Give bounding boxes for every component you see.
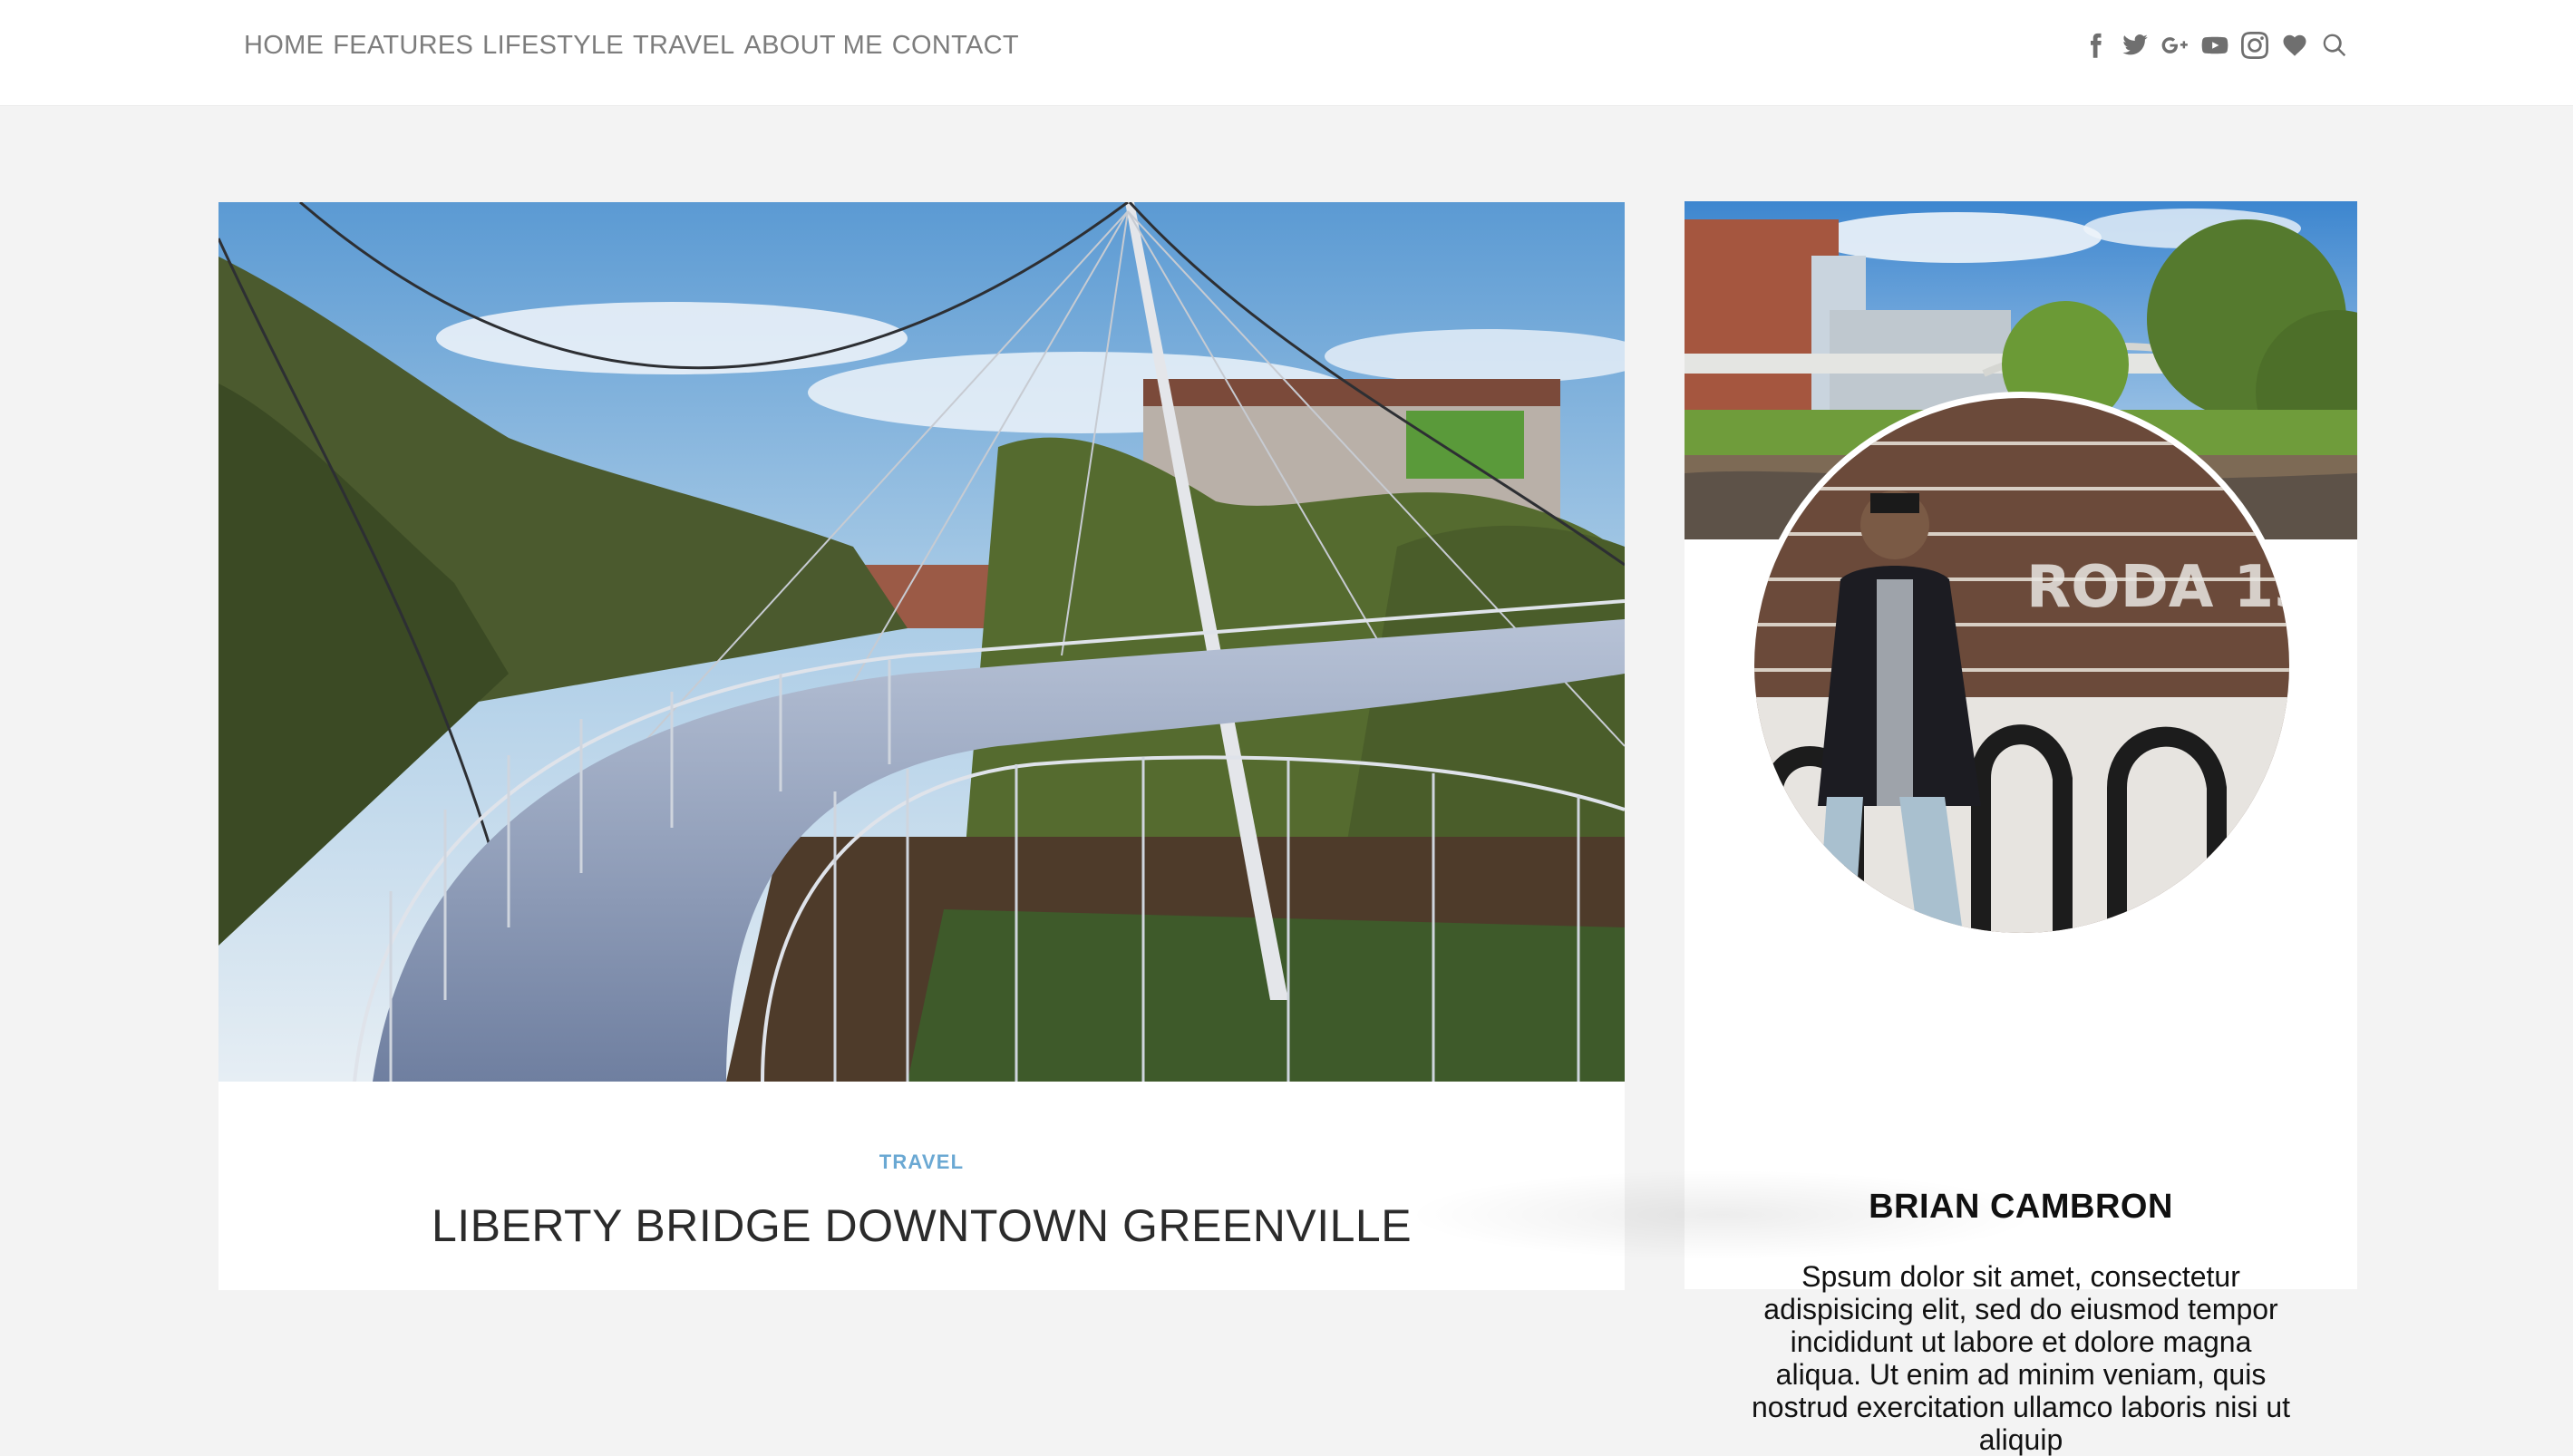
about-me-widget: RODA 13 BRIAN CAMBRON Spsum dolor sit am… <box>1685 201 2357 1456</box>
featured-post-card: TRAVEL LIBERTY BRIDGE DOWNTOWN GREENVILL… <box>218 202 1625 1290</box>
nav-travel[interactable]: TRAVEL <box>633 25 734 65</box>
nav-home[interactable]: HOME <box>244 25 324 65</box>
youtube-icon[interactable] <box>2199 30 2230 61</box>
author-photo: RODA 13 <box>1754 398 2289 933</box>
search-icon[interactable] <box>2319 30 2350 61</box>
heart-icon[interactable] <box>2279 30 2310 61</box>
author-avatar[interactable]: RODA 13 <box>1748 392 2296 939</box>
post-hero-image[interactable] <box>218 202 1625 1082</box>
twitter-icon[interactable] <box>2120 30 2151 61</box>
author-name: BRIAN CAMBRON <box>1869 1188 2173 1226</box>
author-bio: Spsum dolor sit amet, consectetur adispi… <box>1751 1260 2291 1456</box>
nav-features[interactable]: FEATURES <box>333 25 473 65</box>
facebook-icon[interactable] <box>2080 30 2111 61</box>
liberty-bridge-photo <box>218 202 1625 1082</box>
main-nav: HOME FEATURES LIFESTYLE TRAVEL ABOUT ME … <box>244 25 1028 65</box>
post-category[interactable]: TRAVEL <box>218 1150 1625 1174</box>
post-title[interactable]: LIBERTY BRIDGE DOWNTOWN GREENVILLE <box>218 1199 1625 1252</box>
nav-contact[interactable]: CONTACT <box>892 25 1019 65</box>
instagram-icon[interactable] <box>2239 30 2270 61</box>
nav-about-me[interactable]: ABOUT ME <box>743 25 882 65</box>
top-navbar: HOME FEATURES LIFESTYLE TRAVEL ABOUT ME … <box>0 0 2573 106</box>
google-plus-icon[interactable] <box>2160 30 2190 61</box>
social-links <box>2080 25 2350 65</box>
svg-text:RODA 13: RODA 13 <box>2026 554 2289 621</box>
nav-lifestyle[interactable]: LIFESTYLE <box>482 25 624 65</box>
